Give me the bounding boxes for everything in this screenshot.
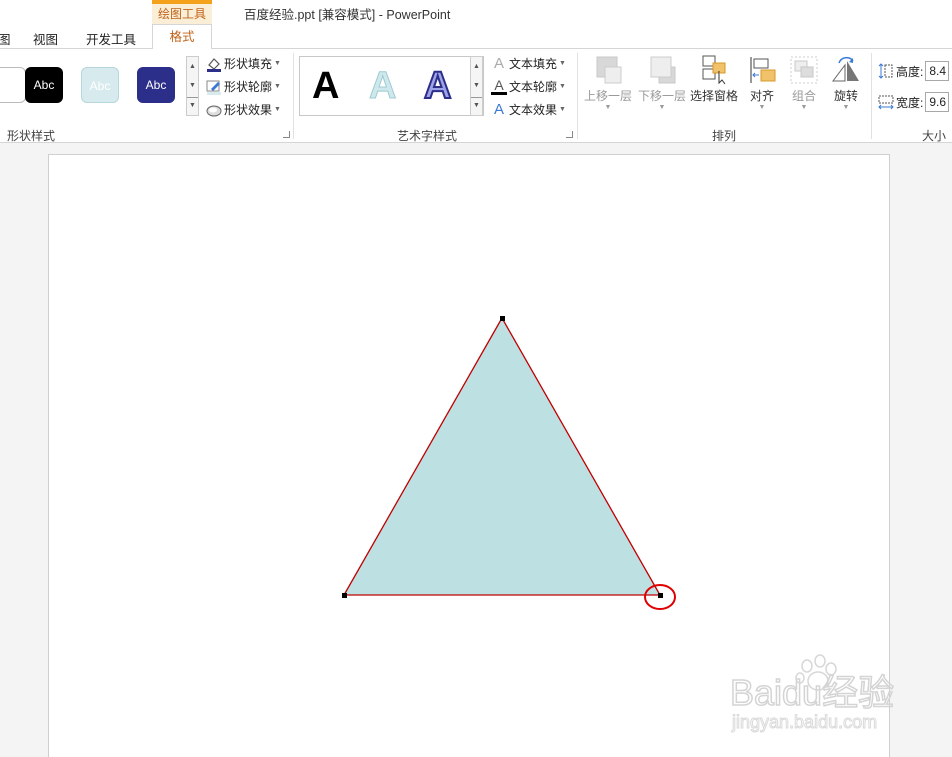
- triangle-shape[interactable]: [342, 316, 662, 596]
- shape-overlay: [342, 316, 676, 610]
- selection-handle-bottom-right[interactable]: [658, 593, 663, 598]
- selection-handle-top[interactable]: [500, 316, 505, 321]
- selection-handle-bottom-left[interactable]: [342, 593, 347, 598]
